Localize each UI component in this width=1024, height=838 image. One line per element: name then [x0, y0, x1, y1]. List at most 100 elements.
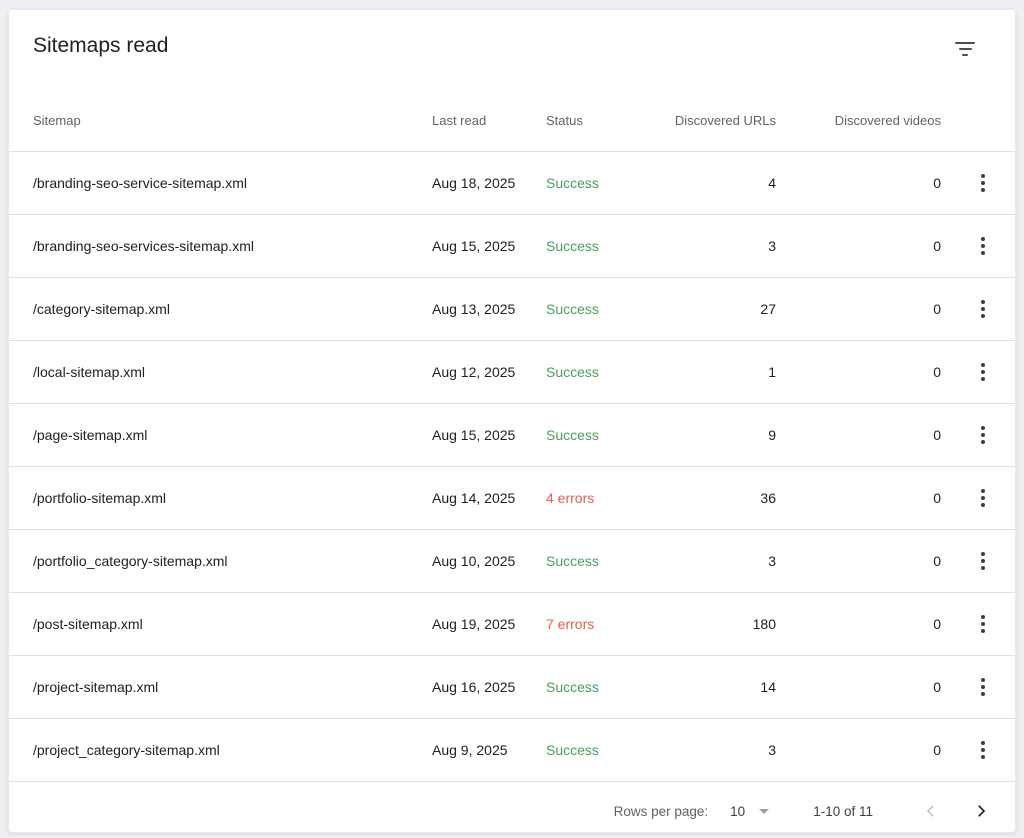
- row-menu-button[interactable]: [967, 226, 991, 266]
- discovered-urls-cell: 1: [646, 364, 776, 380]
- discovered-videos-cell: 0: [776, 742, 941, 758]
- table-row[interactable]: /post-sitemap.xml Aug 19, 2025 7 errors …: [9, 593, 1015, 656]
- last-read-cell: Aug 13, 2025: [432, 301, 546, 317]
- table-row[interactable]: /local-sitemap.xml Aug 12, 2025 Success …: [9, 341, 1015, 404]
- table-row[interactable]: /category-sitemap.xml Aug 13, 2025 Succe…: [9, 278, 1015, 341]
- status-cell: Success: [546, 742, 646, 758]
- discovered-videos-cell: 0: [776, 490, 941, 506]
- discovered-urls-cell: 180: [646, 616, 776, 632]
- last-read-cell: Aug 19, 2025: [432, 616, 546, 632]
- discovered-urls-cell: 3: [646, 238, 776, 254]
- kebab-menu-icon: [981, 489, 985, 507]
- status-cell: Success: [546, 301, 646, 317]
- discovered-videos-cell: 0: [776, 553, 941, 569]
- row-menu-button[interactable]: [967, 541, 991, 581]
- table-row[interactable]: /portfolio-sitemap.xml Aug 14, 2025 4 er…: [9, 467, 1015, 530]
- last-read-cell: Aug 15, 2025: [432, 238, 546, 254]
- sitemap-cell: /post-sitemap.xml: [33, 616, 432, 632]
- table-row[interactable]: /branding-seo-service-sitemap.xml Aug 18…: [9, 152, 1015, 215]
- row-menu-button[interactable]: [967, 667, 991, 707]
- card-header: Sitemaps read: [9, 10, 1015, 89]
- status-cell: Success: [546, 679, 646, 695]
- pagination-bar: Rows per page: 10 1-10 of 11: [9, 782, 1015, 833]
- last-read-cell: Aug 18, 2025: [432, 175, 546, 191]
- sitemaps-read-card: Sitemaps read Sitemap Last read Status D…: [8, 9, 1016, 833]
- previous-page-button[interactable]: [919, 799, 943, 823]
- last-read-cell: Aug 16, 2025: [432, 679, 546, 695]
- row-menu-button[interactable]: [967, 730, 991, 770]
- column-header-status[interactable]: Status: [546, 113, 646, 128]
- discovered-urls-cell: 14: [646, 679, 776, 695]
- status-cell: Success: [546, 364, 646, 380]
- page-range-label: 1-10 of 11: [813, 804, 873, 819]
- discovered-urls-cell: 4: [646, 175, 776, 191]
- next-page-button[interactable]: [969, 799, 993, 823]
- row-menu-button[interactable]: [967, 352, 991, 392]
- sitemap-cell: /branding-seo-service-sitemap.xml: [33, 175, 432, 191]
- chevron-left-icon: [922, 802, 940, 820]
- rows-per-page-value: 10: [730, 804, 745, 819]
- kebab-menu-icon: [981, 300, 985, 318]
- column-header-last-read[interactable]: Last read: [432, 113, 546, 128]
- discovered-urls-cell: 36: [646, 490, 776, 506]
- discovered-videos-cell: 0: [776, 679, 941, 695]
- filter-button[interactable]: [951, 36, 979, 60]
- row-menu-button[interactable]: [967, 478, 991, 518]
- table-row[interactable]: /portfolio_category-sitemap.xml Aug 10, …: [9, 530, 1015, 593]
- kebab-menu-icon: [981, 237, 985, 255]
- discovered-videos-cell: 0: [776, 616, 941, 632]
- sitemap-cell: /project-sitemap.xml: [33, 679, 432, 695]
- row-menu-cell: [941, 730, 991, 770]
- discovered-videos-cell: 0: [776, 427, 941, 443]
- column-header-discovered-videos[interactable]: Discovered videos: [776, 113, 941, 128]
- rows-per-page-select[interactable]: 10: [730, 804, 769, 819]
- row-menu-cell: [941, 541, 991, 581]
- status-cell: Success: [546, 427, 646, 443]
- sitemap-cell: /portfolio-sitemap.xml: [33, 490, 432, 506]
- kebab-menu-icon: [981, 615, 985, 633]
- column-header-sitemap[interactable]: Sitemap: [33, 113, 432, 128]
- discovered-urls-cell: 27: [646, 301, 776, 317]
- discovered-urls-cell: 3: [646, 742, 776, 758]
- row-menu-cell: [941, 667, 991, 707]
- row-menu-button[interactable]: [967, 415, 991, 455]
- status-cell: Success: [546, 238, 646, 254]
- discovered-videos-cell: 0: [776, 238, 941, 254]
- caret-down-icon: [759, 809, 769, 814]
- sitemap-cell: /category-sitemap.xml: [33, 301, 432, 317]
- table-row[interactable]: /project_category-sitemap.xml Aug 9, 202…: [9, 719, 1015, 782]
- status-cell: Success: [546, 175, 646, 191]
- kebab-menu-icon: [981, 552, 985, 570]
- row-menu-button[interactable]: [967, 289, 991, 329]
- column-header-discovered-urls[interactable]: Discovered URLs: [646, 113, 776, 128]
- last-read-cell: Aug 12, 2025: [432, 364, 546, 380]
- row-menu-button[interactable]: [967, 604, 991, 644]
- kebab-menu-icon: [981, 426, 985, 444]
- table-row[interactable]: /project-sitemap.xml Aug 16, 2025 Succes…: [9, 656, 1015, 719]
- kebab-menu-icon: [981, 174, 985, 192]
- discovered-videos-cell: 0: [776, 175, 941, 191]
- status-cell: 7 errors: [546, 616, 646, 632]
- table-body: /branding-seo-service-sitemap.xml Aug 18…: [9, 152, 1015, 782]
- row-menu-cell: [941, 226, 991, 266]
- kebab-menu-icon: [981, 678, 985, 696]
- sitemap-cell: /page-sitemap.xml: [33, 427, 432, 443]
- discovered-urls-cell: 3: [646, 553, 776, 569]
- kebab-menu-icon: [981, 363, 985, 381]
- table-header-row: Sitemap Last read Status Discovered URLs…: [9, 89, 1015, 152]
- last-read-cell: Aug 9, 2025: [432, 742, 546, 758]
- discovered-urls-cell: 9: [646, 427, 776, 443]
- rows-per-page-label: Rows per page:: [614, 804, 709, 819]
- row-menu-cell: [941, 289, 991, 329]
- row-menu-button[interactable]: [967, 163, 991, 203]
- discovered-videos-cell: 0: [776, 364, 941, 380]
- kebab-menu-icon: [981, 741, 985, 759]
- sitemap-cell: /local-sitemap.xml: [33, 364, 432, 380]
- table-row[interactable]: /branding-seo-services-sitemap.xml Aug 1…: [9, 215, 1015, 278]
- sitemap-cell: /project_category-sitemap.xml: [33, 742, 432, 758]
- table-row[interactable]: /page-sitemap.xml Aug 15, 2025 Success 9…: [9, 404, 1015, 467]
- row-menu-cell: [941, 352, 991, 392]
- row-menu-cell: [941, 478, 991, 518]
- last-read-cell: Aug 15, 2025: [432, 427, 546, 443]
- sitemap-cell: /branding-seo-services-sitemap.xml: [33, 238, 432, 254]
